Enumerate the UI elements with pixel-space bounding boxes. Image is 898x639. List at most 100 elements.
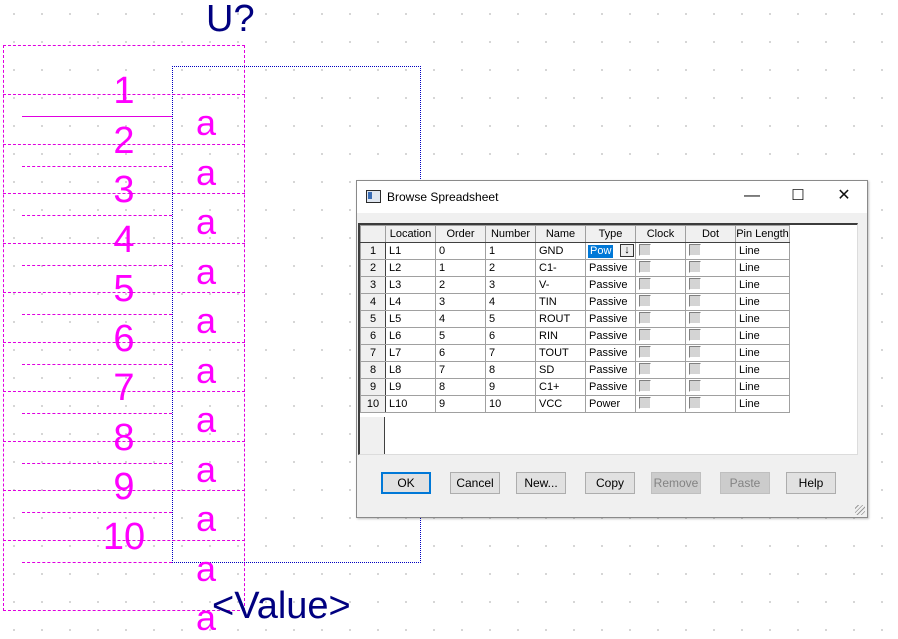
- pin-name[interactable]: a: [196, 550, 216, 587]
- dot-checkbox[interactable]: [689, 379, 701, 392]
- part-reference[interactable]: U?: [206, 0, 255, 41]
- dot-checkbox[interactable]: [689, 345, 701, 358]
- clock-checkbox[interactable]: [639, 311, 651, 324]
- cell-order[interactable]: 5: [435, 327, 486, 345]
- pin-number[interactable]: 5: [94, 270, 154, 308]
- pin-number[interactable]: 8: [94, 419, 154, 457]
- clock-checkbox[interactable]: [639, 379, 651, 392]
- pin-number[interactable]: 7: [94, 369, 154, 407]
- dot-checkbox[interactable]: [689, 396, 701, 409]
- cell-pin-length[interactable]: Line: [735, 276, 790, 294]
- cell-number[interactable]: 10: [485, 395, 536, 413]
- cell-number[interactable]: 8: [485, 361, 536, 379]
- table-row[interactable]: 4 L4 3 4 TIN Passive Line: [360, 293, 790, 311]
- dot-checkbox[interactable]: [689, 294, 701, 307]
- maximize-button[interactable]: ☐: [775, 181, 821, 211]
- pin-number[interactable]: 6: [94, 320, 154, 358]
- cell-name[interactable]: ROUT: [535, 310, 586, 328]
- cell-location[interactable]: L1: [385, 242, 436, 260]
- cell-location[interactable]: L5: [385, 310, 436, 328]
- type-edit-value[interactable]: Pow: [588, 244, 614, 258]
- cell-location[interactable]: L10: [385, 395, 436, 413]
- spreadsheet-grid[interactable]: Location Order Number Name Type Clock Do…: [358, 223, 858, 455]
- arrow-down-icon[interactable]: ↓: [620, 244, 634, 257]
- cell-pin-length[interactable]: Line: [735, 293, 790, 311]
- cell-number[interactable]: 4: [485, 293, 536, 311]
- cell-pin-length[interactable]: Line: [735, 310, 790, 328]
- pin-name[interactable]: a: [196, 154, 216, 191]
- row-header[interactable]: 7: [360, 344, 386, 362]
- table-row[interactable]: 2 L2 1 2 C1- Passive Line: [360, 259, 790, 277]
- pin-number[interactable]: 3: [94, 171, 154, 209]
- cell-order[interactable]: 6: [435, 344, 486, 362]
- clock-checkbox[interactable]: [639, 396, 651, 409]
- clock-checkbox[interactable]: [639, 345, 651, 358]
- cell-number[interactable]: 3: [485, 276, 536, 294]
- cell-location[interactable]: L9: [385, 378, 436, 396]
- clock-checkbox[interactable]: [639, 362, 651, 375]
- cell-number[interactable]: 1: [485, 242, 536, 260]
- table-row[interactable]: 7 L7 6 7 TOUT Passive Line: [360, 344, 790, 362]
- pin-name[interactable]: a: [196, 303, 216, 339]
- pin-number[interactable]: 9: [94, 468, 154, 506]
- cell-number[interactable]: 6: [485, 327, 536, 345]
- col-header-location[interactable]: Location: [385, 225, 436, 243]
- cell-order[interactable]: 2: [435, 276, 486, 294]
- cell-number[interactable]: 7: [485, 344, 536, 362]
- cell-location[interactable]: L3: [385, 276, 436, 294]
- col-header-order[interactable]: Order: [435, 225, 486, 243]
- cell-location[interactable]: L2: [385, 259, 436, 277]
- cell-type[interactable]: Passive: [585, 378, 636, 396]
- cell-pin-length[interactable]: Line: [735, 395, 790, 413]
- dialog-titlebar[interactable]: Browse Spreadsheet — ☐ ✕: [357, 181, 867, 213]
- pin-number[interactable]: 1: [94, 72, 154, 110]
- row-header[interactable]: 2: [360, 259, 386, 277]
- cell-pin-length[interactable]: Line: [735, 344, 790, 362]
- col-header-pin-length[interactable]: Pin Length: [735, 225, 790, 243]
- row-header[interactable]: 6: [360, 327, 386, 345]
- new-button[interactable]: New...: [516, 472, 566, 494]
- close-button[interactable]: ✕: [821, 181, 867, 211]
- col-header-type[interactable]: Type: [585, 225, 636, 243]
- dot-checkbox[interactable]: [689, 328, 701, 341]
- table-row[interactable]: 6 L6 5 6 RIN Passive Line: [360, 327, 790, 345]
- cell-order[interactable]: 7: [435, 361, 486, 379]
- minimize-button[interactable]: —: [729, 181, 775, 211]
- table-row[interactable]: 1 L1 0 1 GND Pow ↓ Line: [360, 242, 790, 260]
- cell-name[interactable]: GND: [535, 242, 586, 260]
- clock-checkbox[interactable]: [639, 294, 651, 307]
- cell-order[interactable]: 8: [435, 378, 486, 396]
- cell-location[interactable]: L8: [385, 361, 436, 379]
- table-row[interactable]: 9 L9 8 9 C1+ Passive Line: [360, 378, 790, 396]
- cell-order[interactable]: 0: [435, 242, 486, 260]
- cell-location[interactable]: L7: [385, 344, 436, 362]
- cell-order[interactable]: 3: [435, 293, 486, 311]
- col-header-number[interactable]: Number: [485, 225, 536, 243]
- table-row[interactable]: 8 L8 7 8 SD Passive Line: [360, 361, 790, 379]
- clock-checkbox[interactable]: [639, 260, 651, 273]
- col-header-clock[interactable]: Clock: [635, 225, 686, 243]
- cell-name[interactable]: C1+: [535, 378, 586, 396]
- pin-name[interactable]: a: [196, 402, 216, 438]
- row-header[interactable]: 8: [360, 361, 386, 379]
- row-header[interactable]: 4: [360, 293, 386, 311]
- cell-number[interactable]: 5: [485, 310, 536, 328]
- clock-checkbox[interactable]: [639, 277, 651, 290]
- pin-number[interactable]: 2: [94, 122, 154, 160]
- pin-name[interactable]: a: [196, 451, 216, 488]
- select-all-corner[interactable]: [360, 225, 386, 243]
- cell-number[interactable]: 9: [485, 378, 536, 396]
- pin-name[interactable]: a: [196, 105, 216, 141]
- table-row[interactable]: 5 L5 4 5 ROUT Passive Line: [360, 310, 790, 328]
- cell-order[interactable]: 1: [435, 259, 486, 277]
- pin-name[interactable]: a: [196, 501, 216, 537]
- row-header[interactable]: 5: [360, 310, 386, 328]
- pin-number[interactable]: 4: [94, 221, 154, 259]
- cell-type[interactable]: Passive: [585, 259, 636, 277]
- pin-name[interactable]: a: [196, 253, 216, 290]
- cell-name[interactable]: RIN: [535, 327, 586, 345]
- dot-checkbox[interactable]: [689, 277, 701, 290]
- cell-name[interactable]: TOUT: [535, 344, 586, 362]
- cell-name[interactable]: V-: [535, 276, 586, 294]
- cell-order[interactable]: 4: [435, 310, 486, 328]
